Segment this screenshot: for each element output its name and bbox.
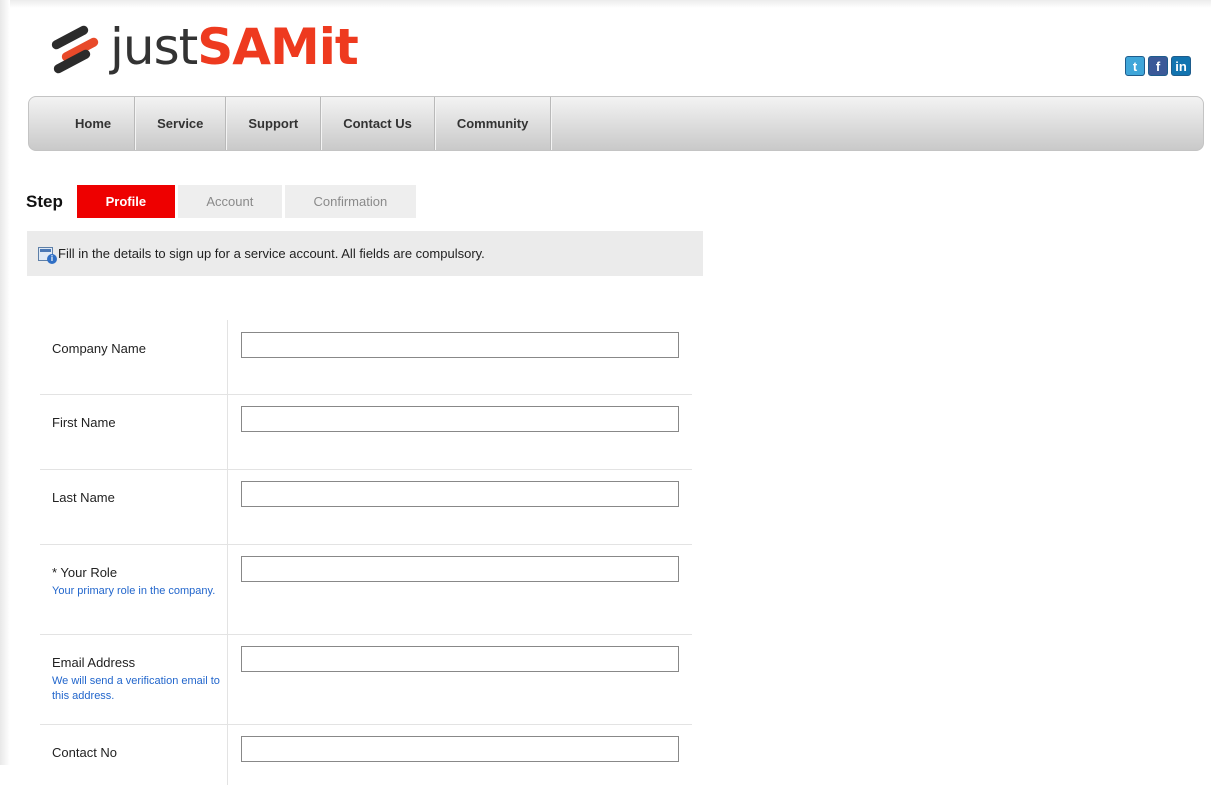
first-name-input[interactable] bbox=[241, 406, 679, 432]
last-name-label: Last Name bbox=[40, 470, 228, 544]
form-row-first-name: First Name bbox=[40, 395, 692, 470]
info-banner: Fill in the details to sign up for a ser… bbox=[27, 231, 703, 276]
email-label: Email Address We will send a verificatio… bbox=[40, 635, 228, 724]
top-shadow bbox=[0, 0, 1211, 8]
facebook-icon[interactable]: f bbox=[1148, 56, 1168, 76]
nav-item-support[interactable]: Support bbox=[226, 97, 322, 150]
site-logo[interactable]: justSAMit bbox=[44, 14, 359, 80]
nav-item-home[interactable]: Home bbox=[29, 97, 136, 150]
last-name-input[interactable] bbox=[241, 481, 679, 507]
your-role-input[interactable] bbox=[241, 556, 679, 582]
page-shadow bbox=[0, 0, 10, 765]
step-tab-confirmation[interactable]: Confirmation bbox=[284, 185, 416, 218]
form-row-contact-no: Contact No bbox=[40, 725, 692, 785]
email-input[interactable] bbox=[241, 646, 679, 672]
step-label: Step bbox=[26, 191, 63, 211]
form-row-last-name: Last Name bbox=[40, 470, 692, 545]
step-tab-profile[interactable]: Profile bbox=[76, 185, 175, 218]
email-hint: We will send a verification email to thi… bbox=[52, 675, 220, 702]
logo-text: justSAMit bbox=[110, 18, 359, 76]
contact-no-label: Contact No bbox=[40, 725, 228, 785]
linkedin-icon[interactable]: in bbox=[1171, 56, 1191, 76]
signup-form: Company Name First Name Last Name * Your… bbox=[40, 320, 692, 785]
logo-mark-icon bbox=[44, 23, 104, 75]
form-row-your-role: * Your Role Your primary role in the com… bbox=[40, 545, 692, 635]
info-icon bbox=[38, 246, 57, 264]
twitter-icon[interactable]: t bbox=[1125, 56, 1145, 76]
social-links: t f in bbox=[1125, 56, 1191, 76]
company-name-input[interactable] bbox=[241, 332, 679, 358]
your-role-hint: Your primary role in the company. bbox=[52, 585, 216, 597]
main-nav: Home Service Support Contact Us Communit… bbox=[28, 96, 1204, 151]
your-role-label: * Your Role Your primary role in the com… bbox=[40, 545, 228, 634]
nav-item-contact-us[interactable]: Contact Us bbox=[321, 97, 435, 150]
form-row-company-name: Company Name bbox=[40, 320, 692, 395]
company-name-label: Company Name bbox=[40, 320, 228, 394]
step-tab-account[interactable]: Account bbox=[177, 185, 282, 218]
contact-no-input[interactable] bbox=[241, 736, 679, 762]
form-row-email: Email Address We will send a verificatio… bbox=[40, 635, 692, 725]
step-indicator: Step Profile Account Confirmation bbox=[26, 185, 419, 218]
nav-item-community[interactable]: Community bbox=[435, 97, 552, 150]
nav-item-service[interactable]: Service bbox=[135, 97, 227, 150]
info-text: Fill in the details to sign up for a ser… bbox=[58, 246, 485, 261]
first-name-label: First Name bbox=[40, 395, 228, 469]
